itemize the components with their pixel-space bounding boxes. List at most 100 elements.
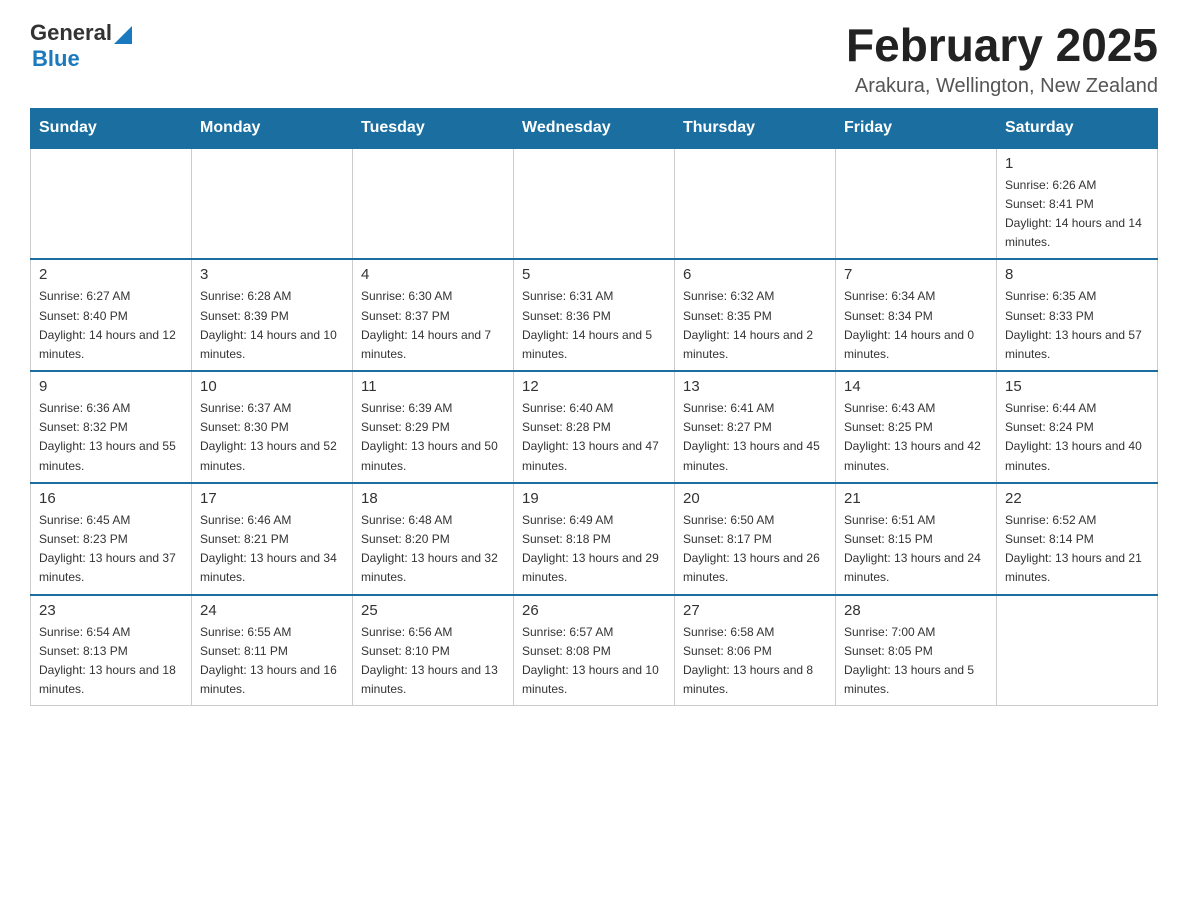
calendar-cell-11: 11 Sunrise: 6:39 AM Sunset: 8:29 PM Dayli… [353,371,514,483]
calendar-cell-5: 5 Sunrise: 6:31 AM Sunset: 8:36 PM Daylig… [514,259,675,371]
day-info: Sunrise: 6:39 AM Sunset: 8:29 PM Dayligh… [361,399,505,476]
day-number: 5 [522,266,666,283]
day-number: 14 [844,378,988,395]
day-info: Sunrise: 6:50 AM Sunset: 8:17 PM Dayligh… [683,511,827,588]
day-info: Sunrise: 6:34 AM Sunset: 8:34 PM Dayligh… [844,287,988,364]
day-number: 1 [1005,155,1149,172]
day-info: Sunrise: 6:35 AM Sunset: 8:33 PM Dayligh… [1005,287,1149,364]
day-number: 26 [522,602,666,619]
calendar-cell-3: 3Sunrise: 6:28 AM Sunset: 8:39 PM Daylig… [192,259,353,371]
calendar-cell-empty [997,595,1158,706]
day-info: Sunrise: 6:56 AM Sunset: 8:10 PM Dayligh… [361,623,505,700]
calendar-cell-13: 13 Sunrise: 6:41 AM Sunset: 8:27 PM Dayli… [675,371,836,483]
day-info: Sunrise: 6:31 AM Sunset: 8:36 PM Dayligh… [522,287,666,364]
calendar-week-row-2: 9 Sunrise: 6:36 AM Sunset: 8:32 PM Daylig… [31,371,1158,483]
day-info: Sunrise: 6:37 AM Sunset: 8:30 PM Dayligh… [200,399,344,476]
calendar-cell-22: 22 Sunrise: 6:52 AM Sunset: 8:14 PM Dayli… [997,483,1158,595]
calendar-cell-8: 8Sunrise: 6:35 AM Sunset: 8:33 PM Daylig… [997,259,1158,371]
calendar-cell-10: 10 Sunrise: 6:37 AM Sunset: 8:30 PM Dayli… [192,371,353,483]
calendar-cell-15: 15 Sunrise: 6:44 AM Sunset: 8:24 PM Dayli… [997,371,1158,483]
day-info: Sunrise: 6:28 AM Sunset: 8:39 PM Dayligh… [200,287,344,364]
day-number: 22 [1005,490,1149,507]
day-number: 13 [683,378,827,395]
calendar-cell-6: 6Sunrise: 6:32 AM Sunset: 8:35 PM Daylig… [675,259,836,371]
calendar-cell-empty [675,148,836,260]
calendar-cell-27: 27Sunrise: 6:58 AM Sunset: 8:06 PM Dayli… [675,595,836,706]
day-number: 28 [844,602,988,619]
day-number: 12 [522,378,666,395]
day-info: Sunrise: 6:32 AM Sunset: 8:35 PM Dayligh… [683,287,827,364]
calendar-week-row-4: 23 Sunrise: 6:54 AM Sunset: 8:13 PM Dayli… [31,595,1158,706]
calendar-cell-17: 17 Sunrise: 6:46 AM Sunset: 8:21 PM Dayli… [192,483,353,595]
day-number: 27 [683,602,827,619]
calendar-cell-25: 25 Sunrise: 6:56 AM Sunset: 8:10 PM Dayli… [353,595,514,706]
day-info: Sunrise: 6:55 AM Sunset: 8:11 PM Dayligh… [200,623,344,700]
calendar-cell-24: 24 Sunrise: 6:55 AM Sunset: 8:11 PM Dayli… [192,595,353,706]
calendar-cell-14: 14 Sunrise: 6:43 AM Sunset: 8:25 PM Dayli… [836,371,997,483]
day-info: Sunrise: 6:27 AM Sunset: 8:40 PM Dayligh… [39,287,183,364]
calendar-table: SundayMondayTuesdayWednesdayThursdayFrid… [30,108,1158,707]
logo: General Blue [30,20,132,72]
calendar-week-row-0: 1Sunrise: 6:26 AM Sunset: 8:41 PM Daylig… [31,148,1158,260]
day-info: Sunrise: 7:00 AM Sunset: 8:05 PM Dayligh… [844,623,988,700]
calendar-cell-empty [31,148,192,260]
calendar-header-row: SundayMondayTuesdayWednesdayThursdayFrid… [31,108,1158,148]
page-subtitle: Arakura, Wellington, New Zealand [846,75,1158,98]
calendar-cell-21: 21 Sunrise: 6:51 AM Sunset: 8:15 PM Dayli… [836,483,997,595]
day-number: 9 [39,378,183,395]
day-info: Sunrise: 6:40 AM Sunset: 8:28 PM Dayligh… [522,399,666,476]
calendar-header-saturday: Saturday [997,108,1158,148]
day-number: 23 [39,602,183,619]
calendar-cell-12: 12 Sunrise: 6:40 AM Sunset: 8:28 PM Dayli… [514,371,675,483]
day-info: Sunrise: 6:48 AM Sunset: 8:20 PM Dayligh… [361,511,505,588]
day-info: Sunrise: 6:52 AM Sunset: 8:14 PM Dayligh… [1005,511,1149,588]
day-number: 25 [361,602,505,619]
calendar-cell-9: 9 Sunrise: 6:36 AM Sunset: 8:32 PM Daylig… [31,371,192,483]
day-info: Sunrise: 6:45 AM Sunset: 8:23 PM Dayligh… [39,511,183,588]
day-number: 11 [361,378,505,395]
calendar-cell-2: 2 Sunrise: 6:27 AM Sunset: 8:40 PM Daylig… [31,259,192,371]
day-number: 18 [361,490,505,507]
calendar-cell-empty [192,148,353,260]
day-info: Sunrise: 6:44 AM Sunset: 8:24 PM Dayligh… [1005,399,1149,476]
calendar-header-sunday: Sunday [31,108,192,148]
day-number: 21 [844,490,988,507]
day-number: 16 [39,490,183,507]
calendar-cell-empty [514,148,675,260]
day-info: Sunrise: 6:43 AM Sunset: 8:25 PM Dayligh… [844,399,988,476]
calendar-header-monday: Monday [192,108,353,148]
day-info: Sunrise: 6:51 AM Sunset: 8:15 PM Dayligh… [844,511,988,588]
day-number: 7 [844,266,988,283]
calendar-header-tuesday: Tuesday [353,108,514,148]
day-number: 24 [200,602,344,619]
calendar-cell-23: 23 Sunrise: 6:54 AM Sunset: 8:13 PM Dayli… [31,595,192,706]
calendar-cell-1: 1Sunrise: 6:26 AM Sunset: 8:41 PM Daylig… [997,148,1158,260]
logo-general-text: General [30,20,112,46]
calendar-cell-20: 20 Sunrise: 6:50 AM Sunset: 8:17 PM Dayli… [675,483,836,595]
day-info: Sunrise: 6:36 AM Sunset: 8:32 PM Dayligh… [39,399,183,476]
calendar-cell-7: 7 Sunrise: 6:34 AM Sunset: 8:34 PM Daylig… [836,259,997,371]
page-title: February 2025 [846,20,1158,71]
calendar-cell-18: 18 Sunrise: 6:48 AM Sunset: 8:20 PM Dayli… [353,483,514,595]
logo-blue-text: Blue [32,46,80,72]
calendar-cell-4: 4 Sunrise: 6:30 AM Sunset: 8:37 PM Daylig… [353,259,514,371]
day-info: Sunrise: 6:54 AM Sunset: 8:13 PM Dayligh… [39,623,183,700]
day-info: Sunrise: 6:46 AM Sunset: 8:21 PM Dayligh… [200,511,344,588]
day-number: 15 [1005,378,1149,395]
day-number: 4 [361,266,505,283]
day-number: 19 [522,490,666,507]
day-info: Sunrise: 6:41 AM Sunset: 8:27 PM Dayligh… [683,399,827,476]
calendar-cell-16: 16 Sunrise: 6:45 AM Sunset: 8:23 PM Dayli… [31,483,192,595]
calendar-week-row-3: 16 Sunrise: 6:45 AM Sunset: 8:23 PM Dayli… [31,483,1158,595]
calendar-cell-28: 28 Sunrise: 7:00 AM Sunset: 8:05 PM Dayli… [836,595,997,706]
day-number: 20 [683,490,827,507]
day-number: 2 [39,266,183,283]
day-number: 17 [200,490,344,507]
page-header: General Blue February 2025 Arakura, Well… [30,20,1158,98]
day-number: 10 [200,378,344,395]
day-info: Sunrise: 6:30 AM Sunset: 8:37 PM Dayligh… [361,287,505,364]
title-section: February 2025 Arakura, Wellington, New Z… [846,20,1158,98]
calendar-cell-26: 26Sunrise: 6:57 AM Sunset: 8:08 PM Dayli… [514,595,675,706]
calendar-week-row-1: 2 Sunrise: 6:27 AM Sunset: 8:40 PM Daylig… [31,259,1158,371]
calendar-cell-19: 19Sunrise: 6:49 AM Sunset: 8:18 PM Dayli… [514,483,675,595]
